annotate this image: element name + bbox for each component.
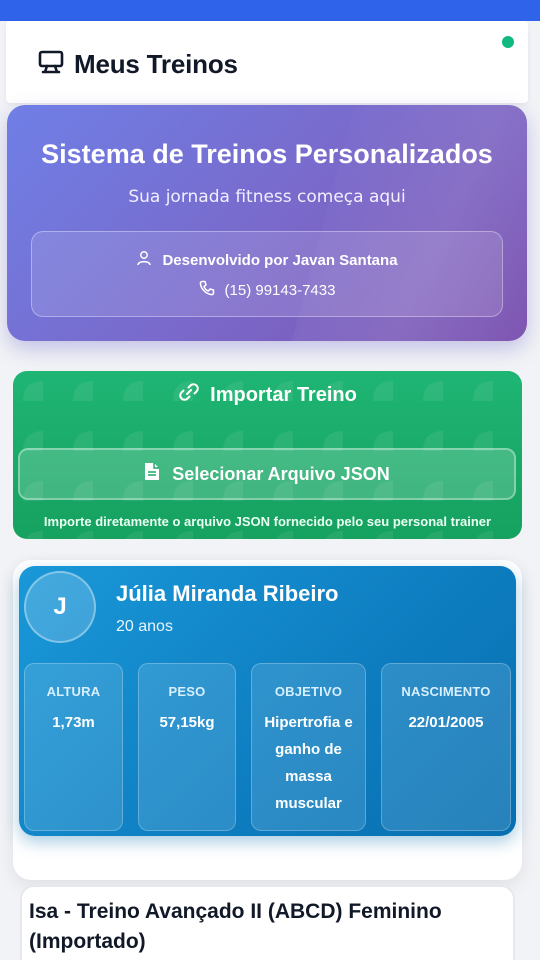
select-json-file-label: Selecionar Arquivo JSON	[172, 463, 390, 484]
developer-line: Desenvolvido por Javan Santana	[32, 250, 502, 270]
stat-label: ALTURA	[46, 684, 101, 699]
import-hint: Importe diretamente o arquivo JSON forne…	[43, 514, 492, 529]
app-header: Meus Treinos	[6, 21, 528, 103]
stat-label: OBJETIVO	[274, 684, 343, 699]
stat-label: NASCIMENTO	[401, 684, 491, 699]
student-name: Júlia Miranda Ribeiro	[116, 581, 339, 606]
link-icon	[178, 381, 210, 409]
avatar: J	[24, 571, 96, 643]
browser-top-bar	[0, 0, 540, 21]
workout-card[interactable]: Isa - Treino Avançado II (ABCD) Feminino…	[20, 885, 515, 960]
student-profile-card: J Júlia Miranda Ribeiro 20 anos ALTURA 1…	[19, 566, 516, 836]
stat-altura: ALTURA 1,73m	[24, 663, 123, 831]
file-icon	[144, 462, 172, 486]
stat-objetivo: OBJETIVO Hipertrofia e ganho de massa mu…	[251, 663, 366, 831]
phone-number[interactable]: (15) 99143-7433	[225, 282, 336, 299]
import-title-row: Importar Treino	[13, 381, 522, 409]
import-workout-card: Importar Treino Selecionar Arquivo JSON …	[13, 371, 522, 539]
online-status-dot	[502, 36, 514, 48]
profile-section: J Júlia Miranda Ribeiro 20 anos ALTURA 1…	[13, 560, 522, 880]
import-title: Importar Treino	[210, 383, 357, 406]
stat-label: PESO	[168, 684, 206, 699]
select-json-file-button[interactable]: Selecionar Arquivo JSON	[18, 448, 516, 500]
stat-nascimento: NASCIMENTO 22/01/2005	[381, 663, 511, 831]
hero-banner: Sistema de Treinos Personalizados Sua jo…	[7, 105, 527, 341]
student-age: 20 anos	[116, 618, 173, 635]
stat-peso: PESO 57,15kg	[138, 663, 236, 831]
hero-subtitle: Sua jornada fitness começa aqui	[128, 187, 406, 207]
stat-value: 1,73m	[52, 714, 95, 731]
workout-title: Isa - Treino Avançado II (ABCD) Feminino…	[29, 900, 442, 953]
stat-value: 22/01/2005	[408, 714, 484, 731]
chat-monitor-icon	[38, 50, 64, 79]
page-title: Meus Treinos	[74, 49, 238, 79]
phone-line: (15) 99143-7433	[32, 280, 502, 300]
developer-credit: Desenvolvido por Javan Santana	[162, 251, 398, 269]
developer-info-box: Desenvolvido por Javan Santana (15) 9914…	[31, 231, 503, 317]
app-title-group: Meus Treinos	[38, 49, 238, 80]
stat-value: Hipertrofia e ganho de massa muscular	[264, 714, 353, 812]
phone-icon	[199, 280, 225, 300]
stat-value: 57,15kg	[159, 714, 215, 731]
hero-title: Sistema de Treinos Personalizados	[41, 139, 493, 169]
user-icon	[136, 250, 162, 270]
